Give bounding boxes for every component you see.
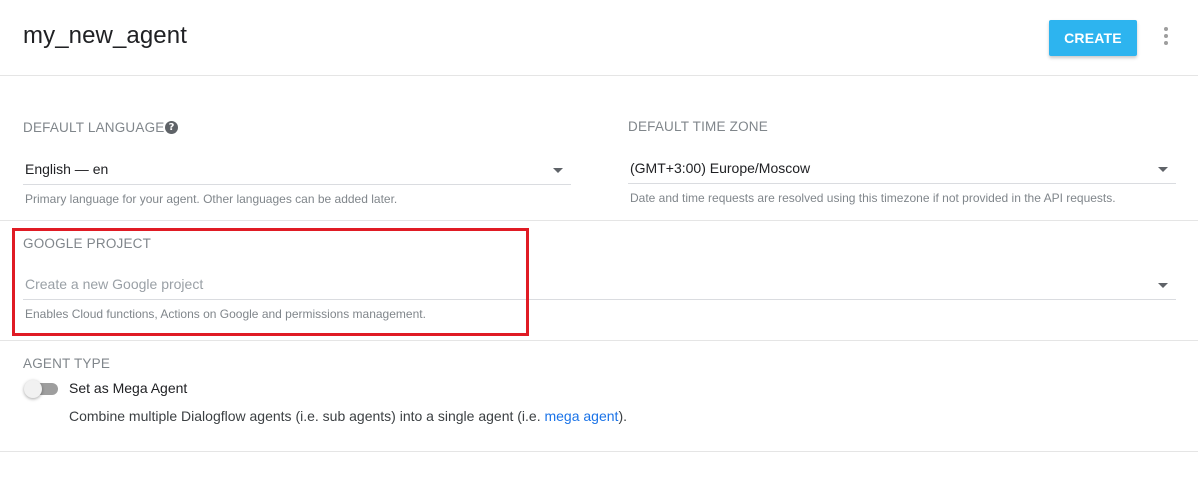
help-circle-icon[interactable]: ? bbox=[165, 121, 178, 134]
google-project-placeholder: Create a new Google project bbox=[25, 276, 204, 292]
mega-agent-toggle[interactable] bbox=[24, 380, 58, 398]
create-agent-page: my_new_agent CREATE DEFAULT LANGUAGE ? E… bbox=[0, 0, 1198, 484]
google-project-hint: Enables Cloud functions, Actions on Goog… bbox=[25, 307, 426, 321]
agent-type-description: Combine multiple Dialogflow agents (i.e.… bbox=[69, 408, 627, 424]
default-language-label: DEFAULT LANGUAGE bbox=[23, 120, 165, 135]
arrow-drop-down-icon bbox=[553, 168, 563, 173]
default-time-zone-label: DEFAULT TIME ZONE bbox=[628, 119, 768, 134]
default-time-zone-value: (GMT+3:00) Europe/Moscow bbox=[630, 160, 811, 176]
section-divider bbox=[0, 220, 1198, 221]
mega-agent-toggle-label: Set as Mega Agent bbox=[69, 380, 188, 396]
arrow-drop-down-icon bbox=[1158, 283, 1168, 288]
section-divider bbox=[0, 340, 1198, 341]
default-language-hint: Primary language for your agent. Other l… bbox=[25, 192, 398, 206]
agent-type-description-prefix: Combine multiple Dialogflow agents (i.e.… bbox=[69, 408, 545, 424]
agent-name-input[interactable]: my_new_agent bbox=[23, 22, 187, 50]
section-divider bbox=[0, 451, 1198, 452]
agent-type-description-suffix: ). bbox=[618, 408, 627, 424]
default-time-zone-hint: Date and time requests are resolved usin… bbox=[630, 191, 1116, 205]
agent-type-label: AGENT TYPE bbox=[23, 356, 111, 371]
default-language-value: English — en bbox=[25, 161, 109, 177]
toggle-thumb bbox=[24, 380, 42, 398]
google-project-select[interactable]: Create a new Google project bbox=[23, 270, 1176, 300]
create-button[interactable]: CREATE bbox=[1049, 20, 1137, 56]
google-project-label: GOOGLE PROJECT bbox=[23, 236, 152, 251]
default-language-select[interactable]: English — en bbox=[23, 155, 571, 185]
default-time-zone-select[interactable]: (GMT+3:00) Europe/Moscow bbox=[628, 154, 1176, 184]
more-vert-icon[interactable] bbox=[1156, 26, 1176, 46]
mega-agent-link[interactable]: mega agent bbox=[544, 408, 618, 424]
arrow-drop-down-icon bbox=[1158, 167, 1168, 172]
page-header: my_new_agent CREATE bbox=[0, 0, 1198, 76]
